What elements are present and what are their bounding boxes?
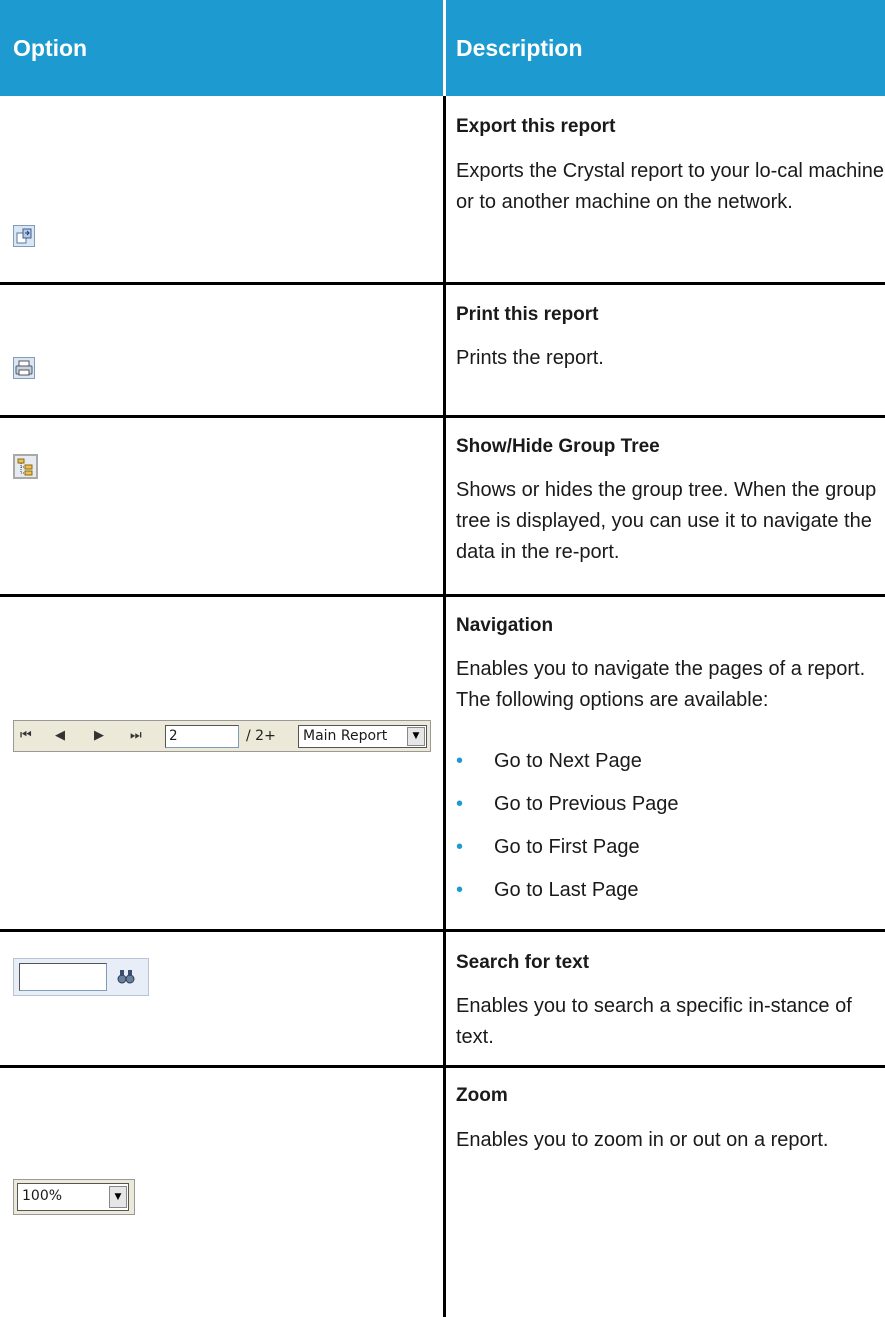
- row-title: Navigation: [456, 615, 554, 636]
- row-divider: [0, 594, 885, 597]
- chevron-down-icon[interactable]: ▼: [109, 1186, 127, 1208]
- print-icon[interactable]: [13, 357, 35, 379]
- first-page-icon[interactable]: ⏮: [20, 728, 32, 743]
- bullet-icon: •: [456, 879, 464, 901]
- previous-page-icon[interactable]: ◀: [55, 728, 65, 743]
- row-divider: [0, 282, 885, 285]
- table-header: Option Description: [0, 0, 885, 96]
- search-input[interactable]: [19, 963, 107, 991]
- row-description: Exports the Crystal report to your lo-ca…: [456, 160, 884, 213]
- report-select-value: Main Report: [303, 728, 388, 744]
- bullet-icon: •: [456, 793, 464, 815]
- row-description: Shows or hides the group tree. When the …: [456, 479, 877, 563]
- row-description: Enables you to zoom in or out on a repor…: [456, 1129, 829, 1151]
- row-title: Show/Hide Group Tree: [456, 436, 660, 457]
- row-title: Export this report: [456, 116, 616, 137]
- export-icon[interactable]: [13, 225, 35, 247]
- row-title: Print this report: [456, 304, 599, 325]
- header-option: Option: [13, 34, 88, 61]
- row-divider: [0, 1065, 885, 1068]
- row-divider: [0, 415, 885, 418]
- bullet-icon: •: [456, 836, 464, 858]
- group-tree-icon[interactable]: [13, 454, 38, 479]
- header-divider: [443, 0, 446, 96]
- zoom-value-box: 100% ▼: [17, 1183, 129, 1211]
- row-title: Search for text: [456, 952, 590, 973]
- report-select[interactable]: Main Report ▼: [298, 725, 427, 748]
- row-divider: [0, 929, 885, 932]
- search-toolbar: [13, 958, 149, 996]
- row-description: Prints the report.: [456, 347, 604, 369]
- next-page-icon[interactable]: ▶: [94, 728, 104, 743]
- page-number-input[interactable]: 2: [165, 725, 239, 748]
- header-description: Description: [456, 34, 583, 61]
- last-page-icon[interactable]: ⏭: [130, 728, 142, 743]
- column-divider: [443, 96, 446, 1317]
- bullet-icon: •: [456, 750, 464, 772]
- chevron-down-icon[interactable]: ▼: [407, 727, 425, 746]
- row-description: Enables you to search a specific in-stan…: [456, 995, 852, 1048]
- binoculars-icon[interactable]: [116, 967, 136, 987]
- page-total: / 2+: [246, 728, 276, 744]
- navigation-toolbar: ⏮ ◀ ▶ ⏭ 2 / 2+ Main Report ▼: [13, 720, 431, 752]
- row-description: Enables you to navigate the pages of a r…: [456, 658, 866, 711]
- zoom-select[interactable]: 100% ▼: [13, 1179, 135, 1215]
- zoom-value: 100%: [22, 1188, 63, 1204]
- row-title: Zoom: [456, 1085, 508, 1106]
